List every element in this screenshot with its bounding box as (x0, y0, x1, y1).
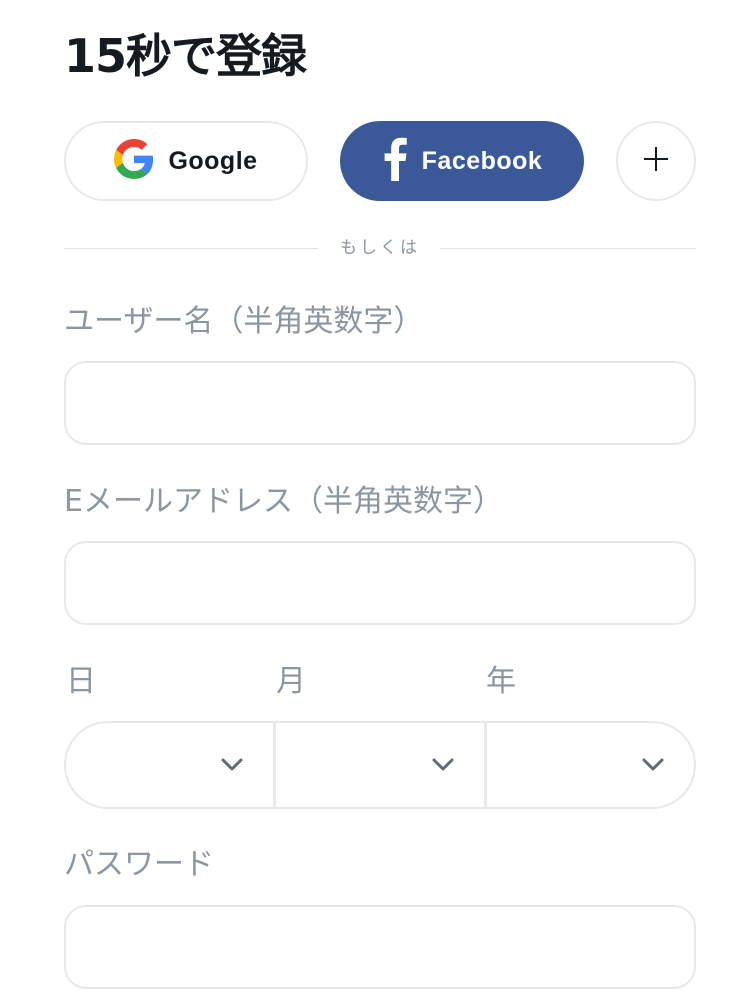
month-select[interactable] (273, 723, 483, 807)
more-login-options-button[interactable] (616, 121, 696, 201)
facebook-icon (382, 137, 408, 185)
email-input[interactable] (64, 541, 696, 625)
google-icon (114, 139, 154, 183)
chevron-down-icon (221, 757, 243, 776)
password-input[interactable] (64, 905, 696, 989)
google-login-label: Google (168, 146, 258, 175)
facebook-login-label: Facebook (421, 146, 543, 175)
chevron-down-icon (642, 757, 664, 776)
email-label: Eメールアドレス（半角英数字） (64, 484, 503, 519)
chevron-down-icon (432, 757, 454, 776)
google-login-button[interactable]: Google (64, 121, 308, 201)
social-login-row: Google Facebook (64, 121, 696, 201)
username-label: ユーザー名（半角英数字） (64, 304, 424, 339)
year-label: 年 (486, 664, 516, 699)
day-label: 日 (66, 664, 96, 699)
birthdate-selects (64, 721, 696, 809)
month-label: 月 (276, 664, 306, 699)
plus-icon (643, 146, 669, 176)
or-divider: もしくは (64, 236, 696, 260)
page-title: 15秒で登録 (64, 29, 307, 83)
day-select[interactable] (66, 723, 273, 807)
username-input[interactable] (64, 361, 696, 445)
password-label: パスワード (64, 847, 214, 882)
year-select[interactable] (483, 723, 694, 807)
facebook-login-button[interactable]: Facebook (340, 121, 584, 201)
divider-line-right (440, 248, 696, 249)
